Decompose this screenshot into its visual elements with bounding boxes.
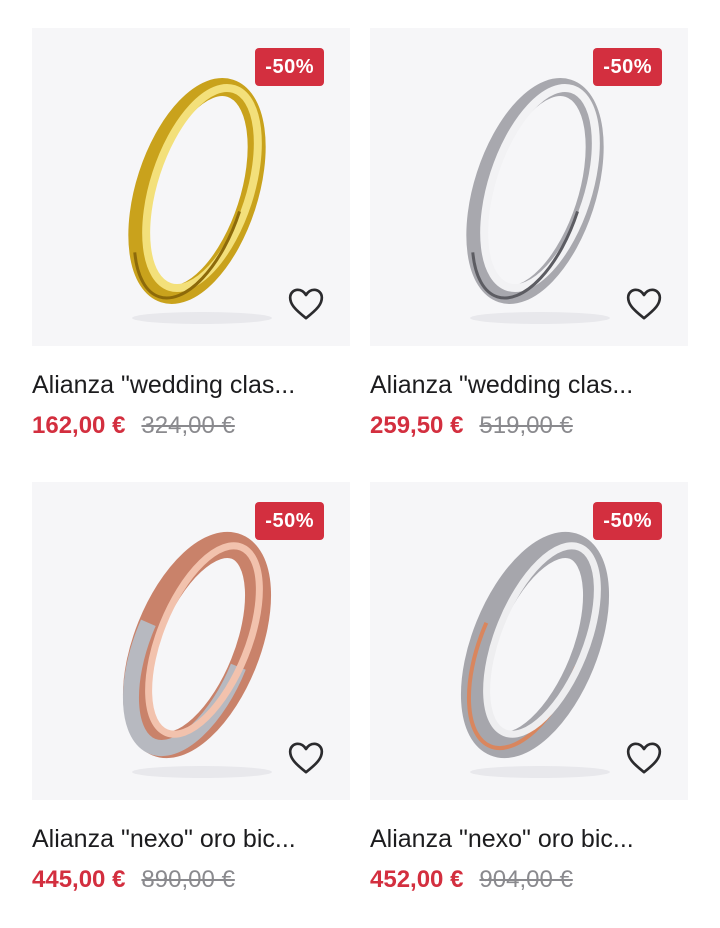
sale-price: 445,00 €: [32, 866, 126, 893]
product-card[interactable]: -50% Alianza "nexo" oro bic... 445,00 € …: [32, 482, 350, 894]
heart-outline-icon[interactable]: [624, 738, 664, 778]
product-image-area[interactable]: -50%: [32, 28, 350, 346]
price-row: 445,00 € 890,00 €: [32, 866, 350, 894]
sale-price: 162,00 €: [32, 412, 126, 439]
heart-outline-icon[interactable]: [286, 284, 326, 324]
original-price: 890,00 €: [141, 866, 235, 893]
heart-outline-icon[interactable]: [286, 738, 326, 778]
sale-price: 452,00 €: [370, 866, 464, 893]
price-row: 452,00 € 904,00 €: [370, 866, 688, 894]
discount-badge: -50%: [255, 48, 324, 86]
original-price: 519,00 €: [479, 412, 573, 439]
product-grid: -50% Alianza "wedding clas... 162,00 € 3…: [0, 0, 720, 928]
price-row: 162,00 € 324,00 €: [32, 412, 350, 440]
product-image-area[interactable]: -50%: [370, 28, 688, 346]
product-title[interactable]: Alianza "nexo" oro bic...: [32, 822, 344, 856]
sale-price: 259,50 €: [370, 412, 464, 439]
discount-badge: -50%: [255, 502, 324, 540]
price-row: 259,50 € 519,00 €: [370, 412, 688, 440]
original-price: 904,00 €: [479, 866, 573, 893]
heart-outline-icon[interactable]: [624, 284, 664, 324]
original-price: 324,00 €: [141, 412, 235, 439]
product-title[interactable]: Alianza "nexo" oro bic...: [370, 822, 682, 856]
product-card[interactable]: -50% Alianza "nexo" oro bic... 452,00 € …: [370, 482, 688, 894]
product-image-area[interactable]: -50%: [32, 482, 350, 800]
discount-badge: -50%: [593, 48, 662, 86]
discount-badge: -50%: [593, 502, 662, 540]
product-title[interactable]: Alianza "wedding clas...: [32, 368, 344, 402]
product-image-area[interactable]: -50%: [370, 482, 688, 800]
product-title[interactable]: Alianza "wedding clas...: [370, 368, 682, 402]
product-card[interactable]: -50% Alianza "wedding clas... 162,00 € 3…: [32, 28, 350, 440]
product-card[interactable]: -50% Alianza "wedding clas... 259,50 € 5…: [370, 28, 688, 440]
